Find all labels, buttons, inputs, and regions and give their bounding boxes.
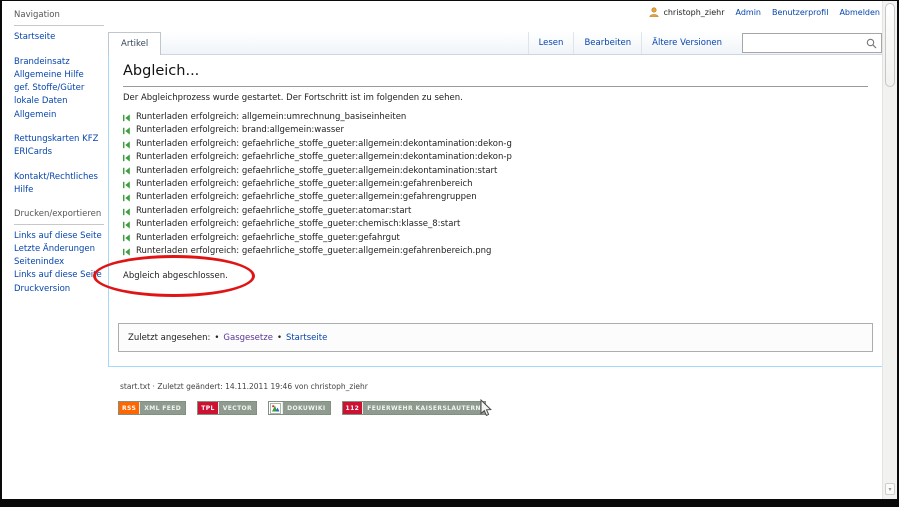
badge-dokuwiki-text: DOKUWIKI — [283, 402, 329, 414]
list-item: Runterladen erfolgreich: gefaehrliche_st… — [123, 178, 868, 191]
list-item: Runterladen erfolgreich: gefaehrliche_st… — [123, 218, 868, 231]
logged-in-user: christoph_ziehr — [649, 7, 724, 17]
download-arrow-icon — [123, 127, 131, 135]
log-text: Runterladen erfolgreich: gefaehrliche_st… — [136, 245, 491, 258]
tab-artikel[interactable]: Artikel — [108, 32, 161, 55]
badge-feuerwehr-text: FEUERWEHR KAISERSLAUTERN — [363, 402, 485, 414]
badge-rss-feed[interactable]: RSS XML FEED — [118, 401, 186, 415]
badge-rss-text: XML FEED — [140, 402, 185, 414]
log-text: Runterladen erfolgreich: gefaehrliche_st… — [136, 165, 497, 178]
tab-strip: Artikel Lesen Bearbeiten Ältere Versione… — [108, 32, 882, 55]
badge-feuerwehr[interactable]: 112 FEUERWEHR KAISERSLAUTERN — [342, 401, 486, 415]
log-text: Runterladen erfolgreich: brand:allgemein… — [136, 124, 344, 137]
trace-bullet: • — [277, 333, 282, 343]
sidebar-item-rettungskarten-kfz[interactable]: Rettungskarten KFZ — [14, 133, 104, 146]
log-text: Runterladen erfolgreich: gefaehrliche_st… — [136, 178, 473, 191]
list-item: Runterladen erfolgreich: gefaehrliche_st… — [123, 138, 868, 151]
list-item: Runterladen erfolgreich: gefaehrliche_st… — [123, 191, 868, 204]
sidebar-item-kontakt-rechtliches[interactable]: Kontakt/Rechtliches — [14, 171, 104, 184]
sidebar-item-allgemein[interactable]: Allgemein — [14, 109, 104, 122]
sync-done-text: Abgleich abgeschlossen. — [123, 271, 868, 281]
scrollbar-down-arrow[interactable]: ▾ — [885, 483, 895, 495]
scrollbar-thumb[interactable] — [885, 3, 895, 87]
search-box — [742, 33, 882, 53]
badge-template-vector[interactable]: TPL VECTOR — [197, 401, 257, 415]
list-item: Runterladen erfolgreich: gefaehrliche_st… — [123, 165, 868, 178]
user-icon — [649, 7, 659, 17]
download-arrow-icon — [123, 141, 131, 149]
footer-badges: RSS XML FEED TPL VECTOR DOKUWIKI — [118, 401, 486, 415]
sidebar-item-allgemeine-hilfe[interactable]: Allgemeine Hilfe — [14, 69, 104, 82]
download-arrow-icon — [123, 181, 131, 189]
log-text: Runterladen erfolgreich: gefaehrliche_st… — [136, 138, 512, 151]
list-item: Runterladen erfolgreich: gefaehrliche_st… — [123, 205, 868, 218]
list-item: Runterladen erfolgreich: brand:allgemein… — [123, 124, 868, 137]
username-label: christoph_ziehr — [663, 8, 724, 17]
download-arrow-icon — [123, 194, 131, 202]
trace-bullet: • — [214, 333, 219, 343]
sidebar-item-druckversion[interactable]: Druckversion — [14, 283, 104, 296]
sidebar-item-seitenindex[interactable]: Seitenindex — [14, 256, 104, 269]
tab-aeltere-versionen[interactable]: Ältere Versionen — [641, 32, 732, 54]
sidebar-item-lokale-daten[interactable]: lokale Daten — [14, 95, 104, 108]
sidebar-item-letzte-aenderungen[interactable]: Letzte Änderungen — [14, 243, 104, 256]
log-text: Runterladen erfolgreich: gefaehrliche_st… — [136, 205, 411, 218]
trace-link-startseite[interactable]: Startseite — [286, 333, 327, 343]
list-item: Runterladen erfolgreich: gefaehrliche_st… — [123, 232, 868, 245]
sidebar-item-gef-stoffe-gueter[interactable]: gef. Stoffe/Güter — [14, 82, 104, 95]
download-arrow-icon — [123, 221, 131, 229]
vertical-scrollbar[interactable]: ▾ — [882, 1, 897, 499]
sidebar: Navigation Startseite Brandeinsatz Allge… — [2, 1, 108, 307]
list-item: Runterladen erfolgreich: allgemein:umrec… — [123, 111, 868, 124]
sidebar-divider — [14, 224, 104, 225]
sidebar-item-brandeinsatz[interactable]: Brandeinsatz — [14, 56, 104, 69]
browser-window: christoph_ziehr Admin Benutzerprofil Abm… — [0, 0, 899, 507]
sidebar-heading-export: Drucken/exportieren — [14, 208, 104, 221]
trace-label: Zuletzt angesehen: — [128, 333, 210, 343]
search-input[interactable] — [749, 38, 866, 48]
log-text: Runterladen erfolgreich: gefaehrliche_st… — [136, 191, 477, 204]
sidebar-item-ericards[interactable]: ERICards — [14, 146, 104, 159]
badge-tpl-label: TPL — [198, 402, 219, 414]
sidebar-item-hilfe[interactable]: Hilfe — [14, 184, 104, 197]
log-text: Runterladen erfolgreich: gefaehrliche_st… — [136, 151, 512, 164]
dokuwiki-icon — [269, 402, 283, 414]
download-arrow-icon — [123, 208, 131, 216]
intro-text: Der Abgleichprozess wurde gestartet. Der… — [123, 93, 868, 103]
sidebar-item-links-auf-diese-seite[interactable]: Links auf diese Seite — [14, 230, 104, 243]
profile-link[interactable]: Benutzerprofil — [772, 8, 828, 17]
sidebar-item-startseite[interactable]: Startseite — [14, 31, 104, 44]
badge-tpl-text: VECTOR — [219, 402, 256, 414]
download-arrow-icon — [123, 234, 131, 242]
trace-link-gasgesetze[interactable]: Gasgesetze — [223, 333, 273, 343]
recently-viewed-bar: Zuletzt angesehen: • Gasgesetze • Starts… — [118, 323, 873, 352]
tab-lesen[interactable]: Lesen — [528, 32, 574, 54]
list-item: Runterladen erfolgreich: gefaehrliche_st… — [123, 245, 868, 258]
log-text: Runterladen erfolgreich: gefaehrliche_st… — [136, 218, 460, 231]
download-arrow-icon — [123, 114, 131, 122]
search-icon[interactable] — [866, 38, 877, 49]
sync-log-list: Runterladen erfolgreich: allgemein:umrec… — [123, 111, 868, 258]
logout-link[interactable]: Abmelden — [839, 8, 880, 17]
list-item: Runterladen erfolgreich: gefaehrliche_st… — [123, 151, 868, 164]
download-arrow-icon — [123, 154, 131, 162]
sidebar-item-links-auf-diese-seite-2[interactable]: Links auf diese Seite — [14, 269, 104, 282]
tab-spacer — [161, 32, 527, 54]
sidebar-heading-navigation: Navigation — [14, 9, 104, 22]
log-text: Runterladen erfolgreich: gefaehrliche_st… — [136, 232, 400, 245]
badge-112-label: 112 — [343, 402, 364, 414]
page-meta: start.txt · Zuletzt geändert: 14.11.2011… — [120, 382, 368, 391]
tab-bearbeiten[interactable]: Bearbeiten — [573, 32, 641, 54]
user-bar: christoph_ziehr Admin Benutzerprofil Abm… — [649, 7, 880, 17]
sidebar-divider — [14, 25, 104, 26]
download-arrow-icon — [123, 167, 131, 175]
log-text: Runterladen erfolgreich: allgemein:umrec… — [136, 111, 406, 124]
page-title: Abgleich... — [123, 63, 868, 87]
badge-rss-label: RSS — [119, 402, 140, 414]
content-area: Abgleich... Der Abgleichprozess wurde ge… — [108, 55, 882, 367]
download-arrow-icon — [123, 248, 131, 256]
admin-link[interactable]: Admin — [735, 8, 761, 17]
badge-dokuwiki[interactable]: DOKUWIKI — [268, 401, 330, 415]
